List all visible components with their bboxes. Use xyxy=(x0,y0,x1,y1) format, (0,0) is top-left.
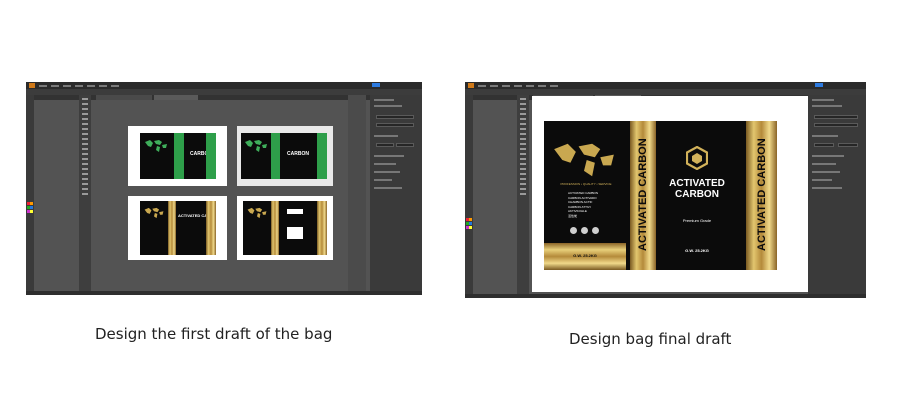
menu-item[interactable] xyxy=(75,84,83,87)
app-logo-icon xyxy=(29,83,35,88)
menu-item[interactable] xyxy=(538,84,546,87)
artboard-final[interactable]: PROFESSION • QUALITY • SERVICE ACTIVATED… xyxy=(532,96,808,292)
menu-item[interactable] xyxy=(526,84,534,87)
menu-item[interactable] xyxy=(514,84,522,87)
menu-bar xyxy=(26,82,422,89)
certification-badge-icon xyxy=(581,227,588,234)
app-logo-icon xyxy=(468,83,474,88)
bag-grade: Premium Grade xyxy=(682,218,712,223)
tools-panel xyxy=(79,95,91,295)
caption-first-draft: Design the first draft of the bag xyxy=(95,325,333,343)
bag-green-front: CARBON xyxy=(140,133,216,179)
status-bar xyxy=(465,294,866,298)
toolbar-colors xyxy=(465,95,473,298)
world-map-icon xyxy=(247,207,267,219)
bag-title: ACTIVATED CARBON xyxy=(178,213,216,218)
document-tab-active[interactable] xyxy=(154,95,198,100)
label-box xyxy=(287,227,303,239)
color-swatch[interactable] xyxy=(469,226,472,229)
world-map-icon xyxy=(245,140,267,152)
color-swatch[interactable] xyxy=(30,202,33,205)
property-field[interactable] xyxy=(814,123,858,127)
menu-item[interactable] xyxy=(111,84,119,87)
bag-gold-front: ACTIVATED CARBON xyxy=(140,201,216,255)
bag-gold-back xyxy=(243,201,327,255)
menu-item[interactable] xyxy=(550,84,558,87)
certification-badge-icon xyxy=(570,227,577,234)
final-draft-screenshot: PROFESSION • QUALITY • SERVICE ACTIVATED… xyxy=(465,82,866,298)
world-map-icon xyxy=(554,143,614,177)
artboard-green-1[interactable]: CARBON xyxy=(128,126,227,186)
bag-title: CARBON xyxy=(287,151,309,157)
status-bar xyxy=(26,291,422,295)
menu-bar xyxy=(465,82,866,89)
share-button[interactable] xyxy=(372,83,380,87)
property-field[interactable] xyxy=(814,143,834,147)
menu-item[interactable] xyxy=(502,84,510,87)
bag-weight-front: G.W. 25.2KG xyxy=(573,253,597,258)
menu-item[interactable] xyxy=(99,84,107,87)
bag-title-line1: ACTIVATED xyxy=(669,178,725,189)
color-swatch[interactable] xyxy=(30,206,33,209)
menu-item[interactable] xyxy=(478,84,486,87)
property-field[interactable] xyxy=(376,115,414,119)
property-field[interactable] xyxy=(396,143,414,147)
bag-tagline: PROFESSION • QUALITY • SERVICE xyxy=(560,182,612,186)
document-tab[interactable] xyxy=(96,95,152,100)
hexagon-logo-icon xyxy=(686,146,708,170)
property-field[interactable] xyxy=(814,115,858,119)
menu-item[interactable] xyxy=(39,84,47,87)
scroll-panel xyxy=(348,95,366,291)
artboard-gold-2[interactable] xyxy=(237,196,333,260)
toolbar-colors xyxy=(26,95,34,295)
first-draft-screenshot: CARBON CARBON ACTIVATED CARBON xyxy=(26,82,422,295)
color-swatch[interactable] xyxy=(30,210,33,213)
world-map-icon xyxy=(144,207,164,219)
menu-item[interactable] xyxy=(63,84,71,87)
label-box xyxy=(287,209,303,214)
color-swatch[interactable] xyxy=(469,218,472,221)
certification-badge-icon xyxy=(592,227,599,234)
properties-panel xyxy=(808,95,866,298)
artboard-green-2[interactable]: CARBON xyxy=(237,126,333,186)
properties-panel xyxy=(370,95,422,295)
bag-weight: G.W. 25.2KG xyxy=(685,248,709,253)
property-field[interactable] xyxy=(376,123,414,127)
feature-item: 活性炭 xyxy=(568,213,578,218)
share-button[interactable] xyxy=(815,83,823,87)
menu-item[interactable] xyxy=(51,84,59,87)
bag-title-line2: CARBON xyxy=(675,189,719,200)
color-swatch[interactable] xyxy=(469,222,472,225)
menu-item[interactable] xyxy=(87,84,95,87)
gusset-title: ACTIVATED CARBON xyxy=(756,138,768,252)
artboard-gold-1[interactable]: ACTIVATED CARBON xyxy=(128,196,227,260)
gusset-title: ACTIVATED CARBON xyxy=(637,138,649,252)
property-field[interactable] xyxy=(838,143,858,147)
property-field[interactable] xyxy=(376,143,394,147)
menu-item[interactable] xyxy=(490,84,498,87)
feature-list: ACTIVATED CARBON CARBON ACTIVADO CHARBON… xyxy=(568,191,604,219)
bag-green-back: CARBON xyxy=(241,133,327,179)
caption-final-draft: Design bag final draft xyxy=(569,330,732,348)
world-map-icon xyxy=(145,140,167,152)
tools-panel xyxy=(517,95,529,298)
bag-final: PROFESSION • QUALITY • SERVICE ACTIVATED… xyxy=(544,121,777,270)
